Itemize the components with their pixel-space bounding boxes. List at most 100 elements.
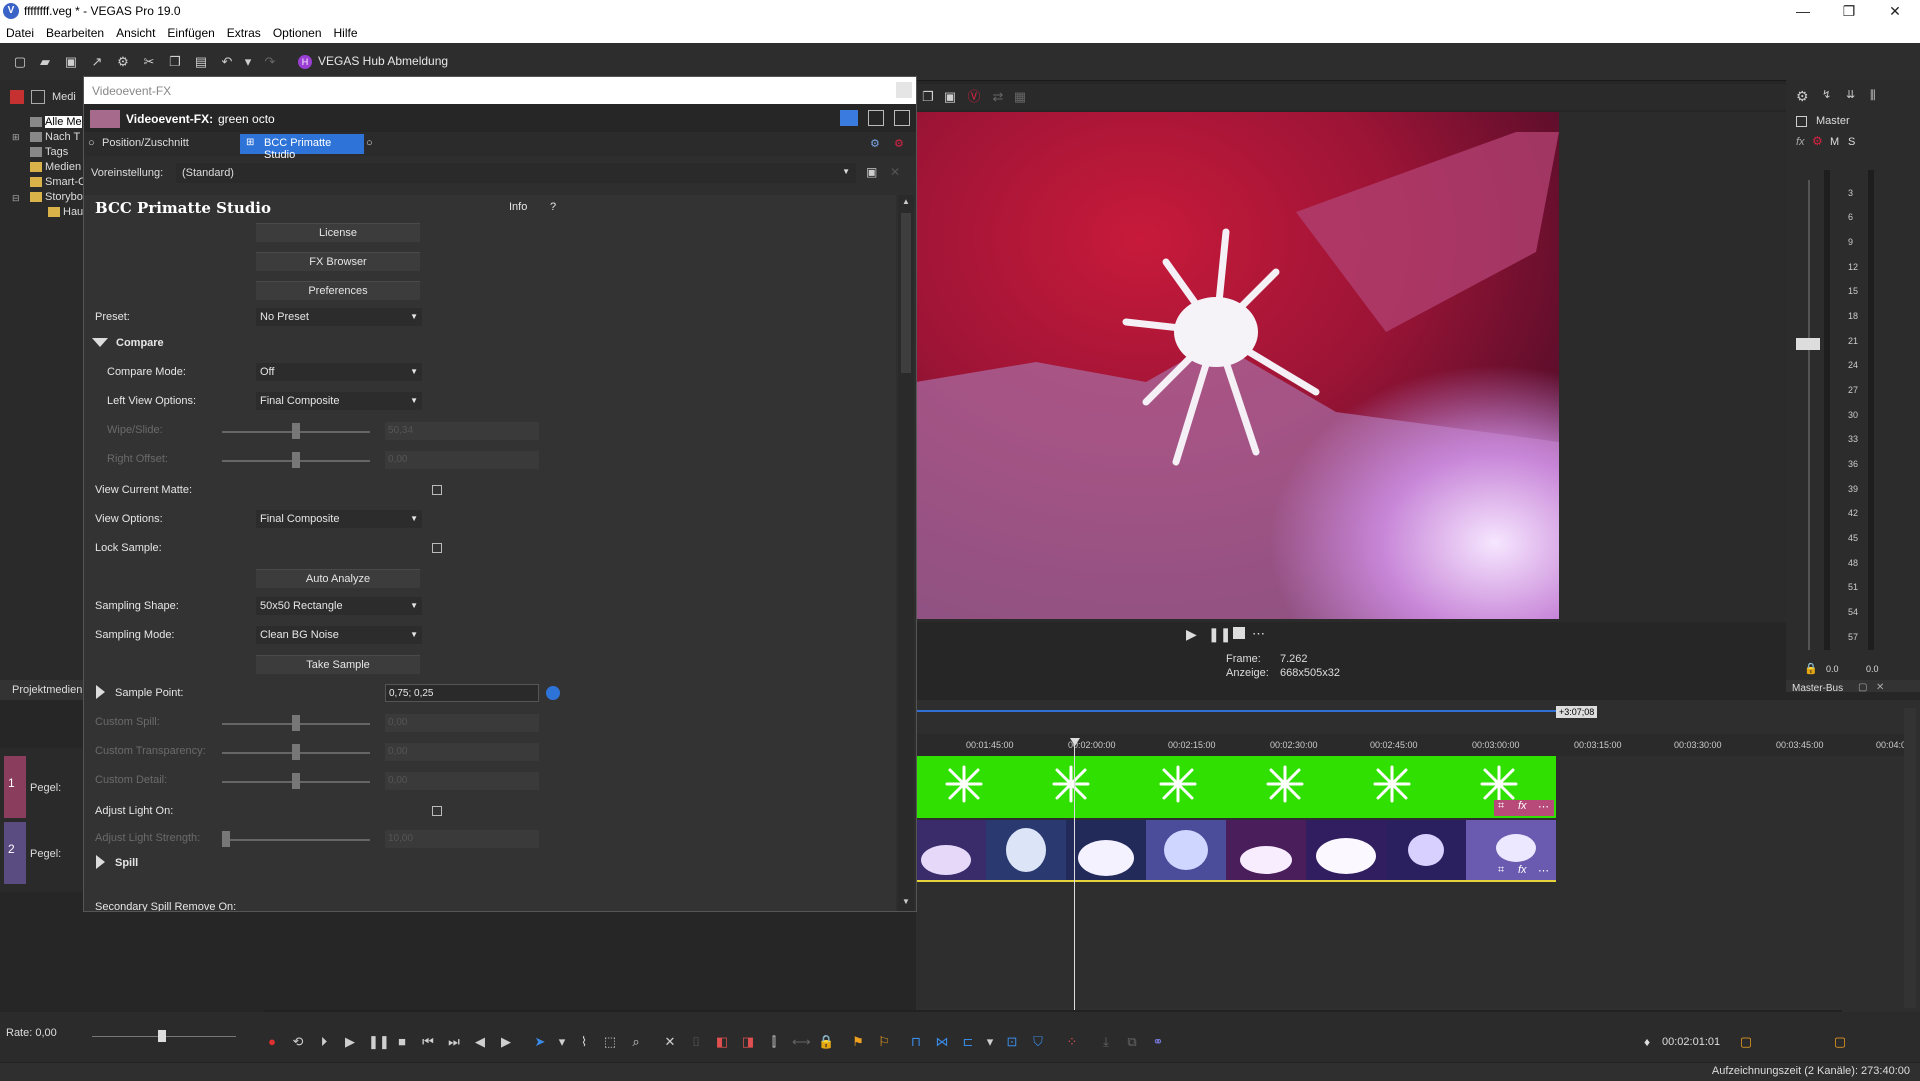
tree-item-smart-collections[interactable]: Smart-C bbox=[30, 176, 86, 188]
custom-spill-slider[interactable] bbox=[222, 715, 370, 731]
settings-gear-icon[interactable]: ⚙ bbox=[115, 54, 131, 70]
close-button[interactable]: ✕ bbox=[1872, 0, 1918, 23]
master-bus-tab[interactable]: Master-Bus bbox=[1792, 683, 1843, 694]
sampling-shape-dropdown[interactable]: 50x50 Rectangle ▼ bbox=[256, 597, 422, 615]
zoom-tool-icon[interactable]: ⌕ bbox=[628, 1034, 644, 1050]
trim-end-icon[interactable]: ◨ bbox=[740, 1034, 756, 1050]
wipe-slide-slider[interactable] bbox=[222, 423, 370, 439]
sampling-mode-dropdown[interactable]: Clean BG Noise ▼ bbox=[256, 626, 422, 644]
tree-item-all-media[interactable]: Alle Me bbox=[30, 116, 82, 128]
loop-playback-icon[interactable]: ⟲ bbox=[290, 1034, 306, 1050]
expand-icon[interactable]: ⊞ bbox=[12, 132, 20, 143]
custom-detail-value[interactable]: 0,00 bbox=[385, 772, 539, 790]
event-fx-icon[interactable]: fx bbox=[1518, 800, 1527, 812]
chain-position-crop[interactable]: Position/Zuschnitt bbox=[102, 137, 189, 149]
plugin-scrollbar[interactable]: ▲ ▼ bbox=[898, 195, 914, 911]
trim-icon[interactable]: ⌷ bbox=[688, 1034, 704, 1050]
snapping-icon[interactable]: ⊓ bbox=[908, 1034, 924, 1050]
spill-expand-icon[interactable] bbox=[96, 855, 105, 869]
video-event-track2[interactable] bbox=[916, 820, 1556, 882]
play-icon[interactable]: ▶ bbox=[342, 1034, 358, 1050]
custom-detail-slider[interactable] bbox=[222, 773, 370, 789]
group-events-icon[interactable]: ⧉ bbox=[1124, 1034, 1140, 1050]
master-mute-button[interactable]: M bbox=[1830, 136, 1839, 148]
adjust-light-strength-slider[interactable] bbox=[222, 831, 370, 847]
menu-bearbeiten[interactable]: Bearbeiten bbox=[40, 23, 110, 40]
custom-transparency-knob[interactable] bbox=[292, 744, 300, 760]
plugin-info-button[interactable]: Info bbox=[509, 201, 527, 213]
playhead-marker[interactable] bbox=[1070, 738, 1080, 746]
lock-envelopes-icon[interactable]: ⊡ bbox=[1004, 1034, 1020, 1050]
master-downmix-icon[interactable]: ⇊ bbox=[1846, 88, 1855, 101]
master-fx-button[interactable]: fx bbox=[1796, 136, 1805, 148]
menu-optionen[interactable]: Optionen bbox=[267, 23, 328, 40]
plugin-help-button[interactable]: ? bbox=[550, 201, 556, 213]
trim-start-icon[interactable]: ◧ bbox=[714, 1034, 730, 1050]
master-checkbox[interactable] bbox=[1796, 116, 1807, 127]
tree-item-by-type[interactable]: Nach T bbox=[30, 131, 80, 143]
preview-stop-icon[interactable] bbox=[1233, 627, 1245, 639]
split-icon[interactable]: ⫿ bbox=[766, 1034, 782, 1050]
ripple-dropdown-icon[interactable]: ▾ bbox=[982, 1034, 998, 1050]
auto-analyze-button[interactable]: Auto Analyze bbox=[256, 569, 420, 588]
master-fader-handle[interactable] bbox=[1796, 338, 1820, 350]
view-current-matte-checkbox[interactable] bbox=[432, 485, 442, 495]
view-icon[interactable] bbox=[31, 90, 45, 104]
preview-more-icon[interactable]: ⋯ bbox=[1252, 626, 1265, 642]
scroll-up-icon[interactable]: ▲ bbox=[902, 197, 910, 206]
tab-project-media[interactable]: Projektmedien bbox=[0, 680, 84, 700]
layout-single-icon[interactable] bbox=[840, 110, 858, 126]
previous-frame-icon[interactable]: ◀ bbox=[472, 1034, 488, 1050]
play-from-start-icon[interactable]: ⏵ bbox=[316, 1034, 332, 1050]
sync-icon[interactable]: ⚭ bbox=[1150, 1034, 1166, 1050]
adjust-light-on-checkbox[interactable] bbox=[432, 806, 442, 816]
insert-region-icon[interactable]: ⚐ bbox=[876, 1034, 892, 1050]
menu-datei[interactable]: Datei bbox=[0, 23, 40, 40]
master-solo-button[interactable]: S bbox=[1848, 136, 1855, 148]
go-to-start-icon[interactable]: ⏮ bbox=[420, 1034, 436, 1050]
overlay-icon[interactable]: ▦ bbox=[1012, 89, 1028, 105]
layout-triple-icon[interactable] bbox=[894, 110, 910, 126]
pause-icon[interactable]: ❚❚ bbox=[368, 1034, 390, 1050]
custom-spill-value[interactable]: 0,00 bbox=[385, 714, 539, 732]
chain-plugin-chooser-icon[interactable]: ⚙ bbox=[870, 137, 880, 150]
vegas-hub-login[interactable]: H VEGAS Hub Abmeldung bbox=[298, 54, 448, 69]
ignore-grouping-icon[interactable]: ⟷ bbox=[792, 1034, 811, 1050]
selection-collapse-icon[interactable]: ⤓ bbox=[1098, 1034, 1114, 1050]
menu-ansicht[interactable]: Ansicht bbox=[110, 23, 161, 40]
right-offset-slider[interactable] bbox=[222, 452, 370, 468]
copy-snapshot-icon[interactable]: ❐ bbox=[920, 89, 936, 105]
lock-icon[interactable]: 🔒 bbox=[818, 1034, 834, 1050]
next-frame-icon[interactable]: ▶ bbox=[498, 1034, 514, 1050]
event-crop-icon[interactable]: ⌗ bbox=[1498, 800, 1504, 813]
fx-dialog-close-button[interactable] bbox=[896, 82, 912, 98]
chain-bcc-primatte-active[interactable]: ⊞ BCC Primatte Studio bbox=[240, 134, 364, 161]
undo-icon[interactable]: ↶ bbox=[219, 54, 235, 70]
custom-transparency-value[interactable]: 0,00 bbox=[385, 743, 539, 761]
collapse-icon[interactable]: ⊟ bbox=[12, 193, 20, 204]
master-settings-gear-icon[interactable]: ⚙ bbox=[1796, 88, 1809, 105]
preset-dropdown[interactable]: (Standard) ▼ bbox=[176, 163, 856, 183]
right-offset-knob[interactable] bbox=[292, 452, 300, 468]
master-lock-icon[interactable]: 🔒 bbox=[1804, 662, 1818, 675]
right-offset-value[interactable]: 0,00 bbox=[385, 451, 539, 469]
preview-play-icon[interactable]: ▶ bbox=[1186, 626, 1197, 643]
event-more-icon[interactable]: ⋯ bbox=[1538, 800, 1549, 813]
chain-remove-plugin-icon[interactable]: ⚙ bbox=[894, 137, 904, 150]
spill-section-header[interactable]: Spill bbox=[115, 857, 138, 869]
license-button[interactable]: License bbox=[256, 223, 420, 242]
menu-einfuegen[interactable]: Einfügen bbox=[161, 23, 220, 40]
save-preset-icon[interactable]: ▣ bbox=[866, 165, 877, 179]
rate-slider-knob[interactable] bbox=[158, 1030, 166, 1042]
wipe-slide-value[interactable]: 50,34 bbox=[385, 422, 539, 440]
tree-item-storyboard[interactable]: Storybo bbox=[30, 191, 83, 203]
adjust-light-strength-knob[interactable] bbox=[222, 831, 230, 847]
master-bus-close-icon[interactable]: ✕ bbox=[1876, 682, 1884, 693]
auto-crossfade-icon[interactable]: ⋈ bbox=[934, 1034, 950, 1050]
custom-spill-knob[interactable] bbox=[292, 715, 300, 731]
sample-point-expand-icon[interactable] bbox=[96, 685, 105, 699]
delete-preset-icon[interactable]: ✕ bbox=[890, 165, 900, 179]
lock-sample-checkbox[interactable] bbox=[432, 543, 442, 553]
master-fx-chain-icon[interactable]: ↯ bbox=[1822, 88, 1831, 101]
menu-extras[interactable]: Extras bbox=[221, 23, 267, 40]
